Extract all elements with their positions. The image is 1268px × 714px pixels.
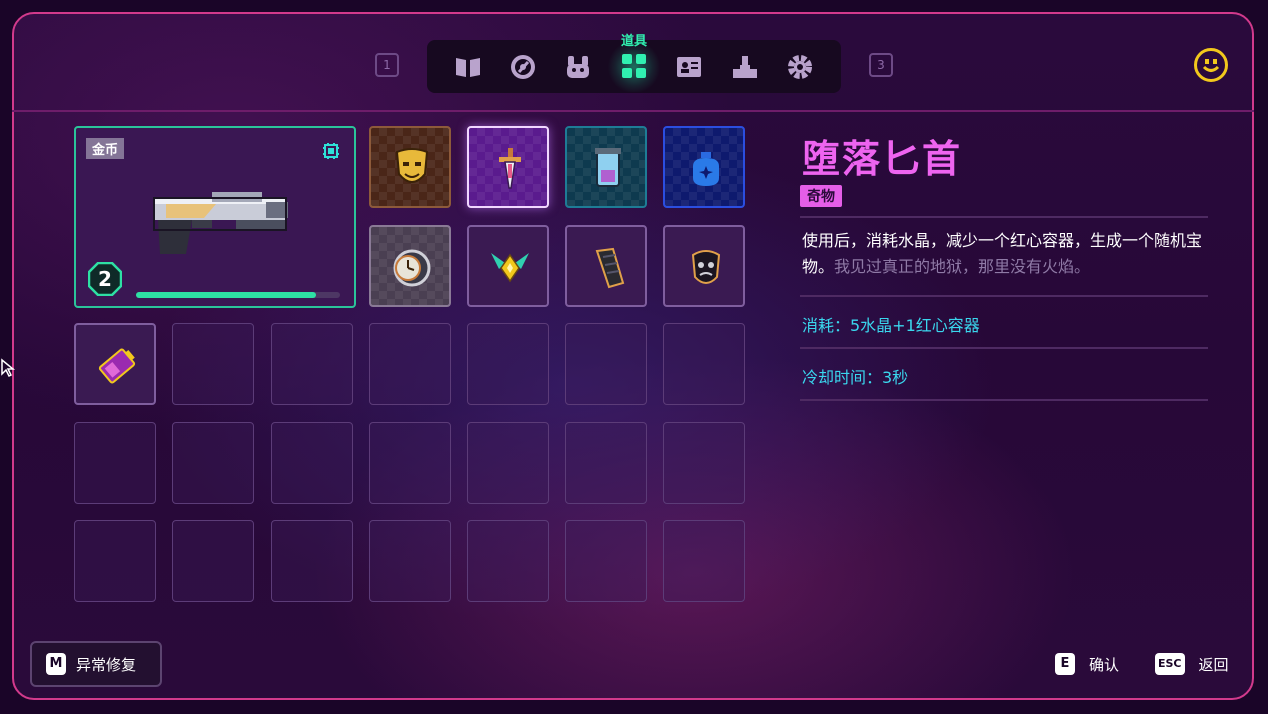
dark-mask-icon — [691, 250, 721, 284]
inventory-slot-empty[interactable] — [369, 520, 451, 602]
inventory-slot[interactable] — [467, 225, 549, 307]
prev-page-key[interactable]: 1 — [375, 53, 399, 77]
confirm-hint[interactable]: E 确认 — [1055, 653, 1119, 675]
back-label: 返回 — [1198, 655, 1229, 674]
weapon-energy-bar — [136, 292, 340, 298]
tab-book-icon[interactable] — [453, 52, 483, 82]
item-description: 使用后，消耗水晶，减少一个红心容器，生成一个随机宝物。我见过真正的地狱，那里没有… — [802, 228, 1212, 280]
item-cost: 消耗：5水晶+1红心容器 — [802, 316, 980, 335]
inventory-slot[interactable] — [369, 225, 451, 307]
inventory-slot-empty[interactable] — [271, 323, 353, 405]
currency-label: 金币 — [86, 138, 125, 159]
active-tab-label: 道具 — [620, 34, 647, 49]
divider — [800, 399, 1208, 401]
inventory-slot-empty[interactable] — [467, 520, 549, 602]
inventory-slot-empty[interactable] — [663, 323, 745, 405]
inventory-slot-empty[interactable] — [369, 323, 451, 405]
back-hint[interactable]: ESC 返回 — [1155, 653, 1229, 675]
inventory-slot-empty[interactable] — [467, 422, 549, 504]
tab-pet-icon[interactable] — [563, 52, 593, 82]
gold-mask-icon — [395, 148, 429, 183]
tab-items-grid-icon[interactable] — [619, 51, 649, 81]
inventory-slot-empty[interactable] — [172, 323, 254, 405]
repair-keycap: M — [46, 653, 66, 675]
tab-gauge-icon[interactable] — [508, 52, 538, 82]
ammo-magazine-icon — [595, 247, 625, 289]
inventory-slot[interactable] — [565, 126, 647, 208]
back-keycap: ESC — [1155, 653, 1185, 675]
tab-podium-icon[interactable] — [730, 52, 760, 82]
blue-pouch-icon — [693, 152, 719, 186]
inventory-slot[interactable] — [663, 225, 745, 307]
player-status-smiley-icon[interactable] — [1194, 48, 1228, 82]
divider — [800, 347, 1208, 349]
confirm-keycap: E — [1055, 653, 1075, 675]
inventory-slot-empty[interactable] — [74, 422, 156, 504]
confirm-label: 确认 — [1089, 655, 1120, 674]
item-flavor-text: 我见过真正的地狱，那里没有火焰。 — [834, 257, 1091, 276]
item-cooldown: 冷却时间：3秒 — [802, 368, 909, 387]
item-title: 堕落匕首 — [802, 137, 963, 181]
repair-label: 异常修复 — [76, 655, 137, 674]
inventory-slot[interactable] — [663, 126, 745, 208]
inventory-slot-empty[interactable] — [467, 323, 549, 405]
inventory-slot[interactable] — [74, 323, 156, 405]
inventory-slot-empty[interactable] — [663, 422, 745, 504]
crystal-jar-icon — [595, 148, 621, 187]
mouse-cursor-icon — [1, 358, 16, 378]
pistol-weapon-icon — [153, 192, 288, 254]
inventory-slot-empty[interactable] — [565, 323, 647, 405]
weapon-level-value: 2 — [98, 267, 112, 291]
inventory-slot-empty[interactable] — [565, 520, 647, 602]
next-page-key[interactable]: 3 — [869, 53, 893, 77]
anomaly-repair-button[interactable]: M 异常修复 — [30, 641, 162, 687]
header-divider — [12, 110, 1254, 112]
inventory-slot-empty[interactable] — [74, 520, 156, 602]
purple-battery-icon — [98, 348, 136, 384]
weapon-level-badge: 2 — [88, 262, 122, 296]
inventory-slot[interactable] — [369, 126, 451, 208]
inventory-slot-empty[interactable] — [172, 520, 254, 602]
inventory-slot-empty[interactable] — [369, 422, 451, 504]
inventory-slot-empty[interactable] — [663, 520, 745, 602]
chip-icon — [323, 143, 339, 159]
tab-profile-card-icon[interactable] — [674, 52, 704, 82]
weapon-card[interactable]: 金币 2 — [74, 126, 356, 308]
inventory-slot-empty[interactable] — [565, 422, 647, 504]
pocket-watch-icon — [393, 249, 431, 287]
inventory-slot-empty[interactable] — [172, 422, 254, 504]
inventory-slot-empty[interactable] — [271, 520, 353, 602]
inventory-slot-empty[interactable] — [271, 422, 353, 504]
fallen-dagger-icon — [499, 148, 521, 189]
tab-gear-icon[interactable] — [785, 52, 815, 82]
divider — [800, 295, 1208, 297]
winged-gem-icon — [491, 253, 529, 283]
rarity-tag: 奇物 — [800, 185, 842, 207]
divider — [800, 216, 1208, 218]
inventory-slot-selected[interactable] — [467, 126, 549, 208]
weapon-energy-fill — [136, 292, 316, 298]
inventory-slot[interactable] — [565, 225, 647, 307]
